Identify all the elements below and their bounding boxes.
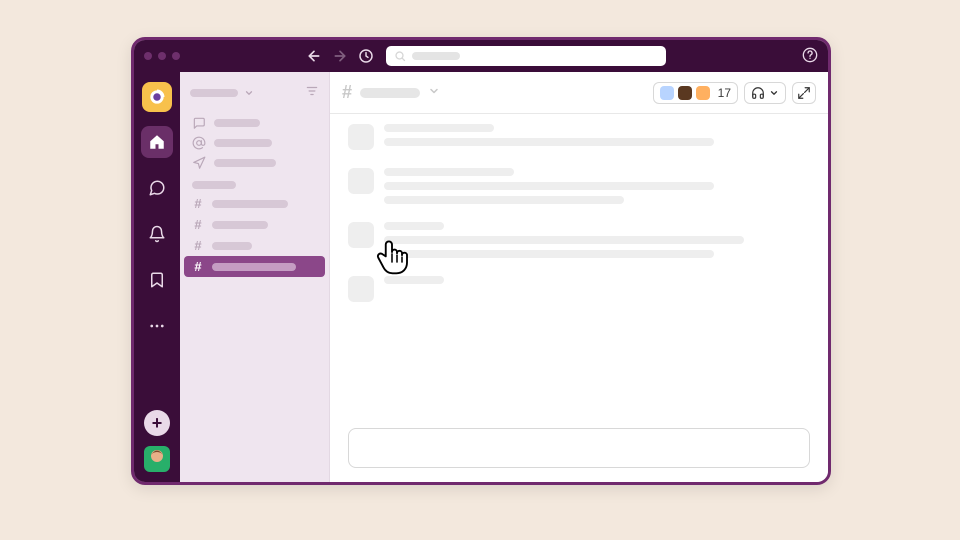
sidebar-section-channels[interactable] (192, 181, 236, 189)
member-count: 17 (718, 86, 731, 100)
rail-more-icon[interactable] (141, 310, 173, 342)
main-pane: # 17 (330, 72, 828, 482)
channel-sidebar: # # # # (180, 72, 330, 482)
search-placeholder (412, 52, 460, 60)
sidebar-filter-icon[interactable] (305, 84, 319, 101)
history-icon[interactable] (358, 48, 374, 64)
channel-hash-icon: # (342, 82, 352, 103)
message[interactable] (348, 168, 810, 204)
message[interactable] (348, 124, 810, 150)
sidebar-channel-1[interactable]: # (180, 214, 329, 235)
message-feed[interactable] (330, 114, 828, 428)
chevron-down-icon[interactable] (428, 85, 440, 100)
rail-activity-icon[interactable] (141, 218, 173, 250)
nav-forward-icon[interactable] (332, 48, 348, 64)
message[interactable] (348, 222, 810, 258)
window-zoom-dot[interactable] (172, 52, 180, 60)
canvas-button[interactable] (792, 82, 816, 104)
help-icon[interactable] (802, 47, 818, 66)
avatar (348, 124, 374, 150)
channel-header: # 17 (330, 72, 828, 114)
search-input[interactable] (386, 46, 666, 66)
avatar (348, 276, 374, 302)
sidebar-channel-3[interactable]: # (184, 256, 325, 277)
rail-home[interactable] (141, 126, 173, 158)
rail-add-button[interactable]: + (144, 410, 170, 436)
sidebar-item-threads[interactable] (180, 113, 329, 133)
sidebar-channel-0[interactable]: # (180, 193, 329, 214)
sidebar-item-drafts[interactable] (180, 153, 329, 173)
workspace-rail: + (134, 72, 180, 482)
message[interactable] (348, 276, 810, 302)
titlebar (134, 40, 828, 72)
rail-dm-icon[interactable] (141, 172, 173, 204)
window-close-dot[interactable] (144, 52, 152, 60)
sidebar-workspace-dropdown[interactable] (180, 78, 329, 107)
user-avatar[interactable] (144, 446, 170, 472)
avatar (348, 222, 374, 248)
sidebar-item-mentions[interactable] (180, 133, 329, 153)
huddle-button[interactable] (744, 82, 786, 104)
window-traffic-lights (144, 52, 180, 60)
sidebar-channel-2[interactable]: # (180, 235, 329, 256)
channel-members-button[interactable]: 17 (653, 82, 738, 104)
nav-back-icon[interactable] (306, 48, 322, 64)
workspace-switcher[interactable] (142, 82, 172, 112)
app-window: + (131, 37, 831, 485)
avatar (348, 168, 374, 194)
window-minimize-dot[interactable] (158, 52, 166, 60)
channel-name[interactable] (360, 88, 420, 98)
rail-bookmark-icon[interactable] (141, 264, 173, 296)
message-composer[interactable] (348, 428, 810, 468)
